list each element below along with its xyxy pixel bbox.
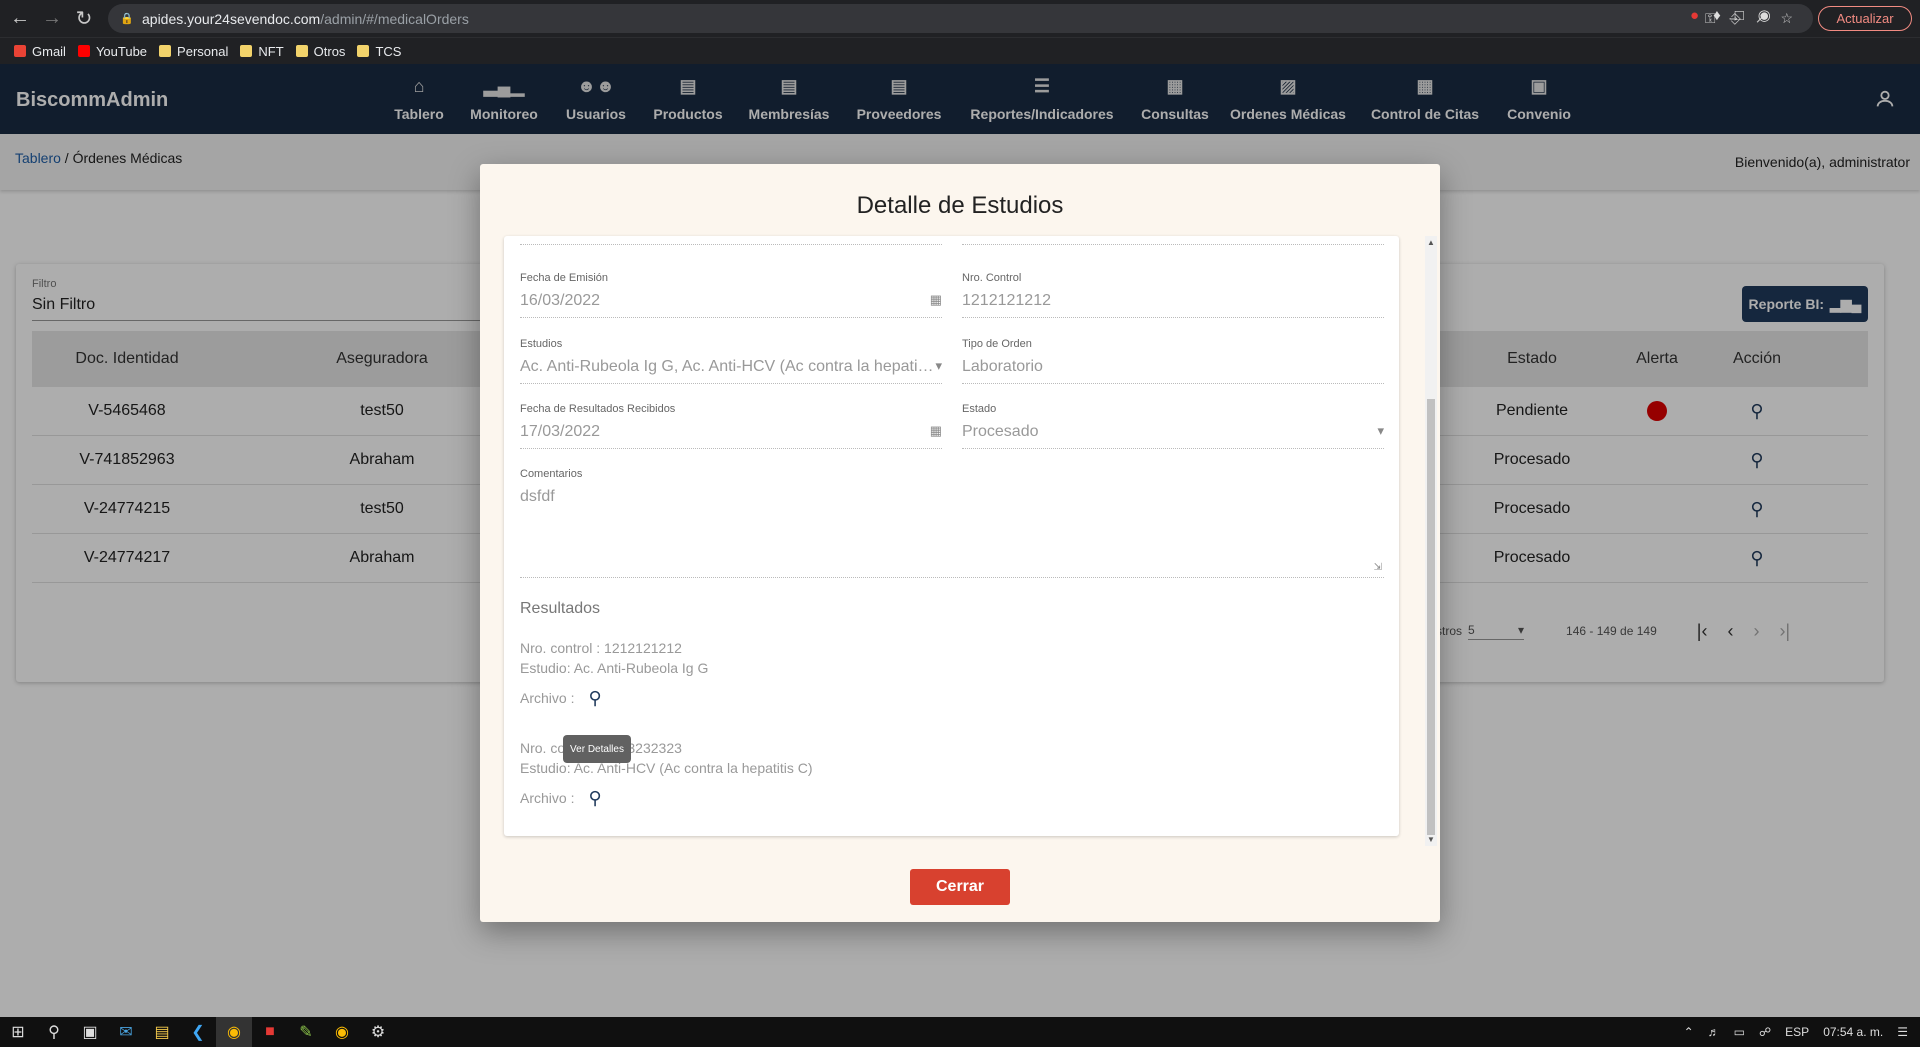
resize-handle-icon[interactable]: ⇲ (1374, 562, 1382, 573)
bookmark-personal[interactable]: Personal (159, 44, 228, 59)
fecha-resultados-field[interactable]: Fecha de Resultados Recibidos 17/03/2022… (520, 403, 942, 449)
calendar-icon[interactable]: ▦ (930, 423, 942, 441)
network-icon[interactable]: ☍ (1759, 1025, 1771, 1039)
address-bar[interactable]: 🔒 apides.your24sevendoc.com/admin/#/medi… (108, 4, 1813, 33)
app-icon[interactable]: ■ (252, 1017, 288, 1047)
comentarios-textarea[interactable]: Comentarios dsfdf ⇲ (520, 468, 1384, 578)
bookmark-tcs[interactable]: TCS (357, 44, 401, 59)
vscode-icon[interactable]: ❮ (180, 1017, 216, 1047)
clock[interactable]: 07:54 a. m. (1823, 1025, 1883, 1039)
puzzle-icon[interactable]: ♦ (1713, 7, 1721, 24)
field-label: Comentarios (520, 468, 583, 480)
result-study: Estudio: Ac. Anti-Rubeola Ig G (520, 660, 709, 676)
dialog-title: Detalle de Estudios (856, 192, 1064, 219)
dialog-content: Fecha de Emisión 16/03/2022 ▦ Nro. Contro… (504, 236, 1399, 836)
youtube-icon (77, 45, 90, 57)
field-value: Laboratorio (962, 358, 1043, 375)
view-details-tooltip: Ver Detalles (563, 735, 631, 763)
browser-toolbar: ← → ↻ 🔒 apides.your24sevendoc.com/admin/… (0, 0, 1920, 37)
field-label: Fecha de Emisión (520, 272, 609, 284)
estudios-field[interactable]: Estudios Ac. Anti-Rubeola Ig G, Ac. Anti… (520, 338, 942, 384)
scroll-down-icon[interactable]: ▼ (1427, 835, 1435, 844)
url-path: /admin/#/medicalOrders (320, 10, 469, 27)
profile-avatar[interactable]: ◉ (1758, 6, 1771, 24)
field-underline (520, 244, 942, 245)
language-indicator[interactable]: ESP (1785, 1025, 1809, 1039)
bookmark-label: Gmail (32, 43, 66, 59)
result-item: Nro. control : 1212121212 Estudio: Ac. A… (520, 638, 708, 708)
tipo-orden-field[interactable]: Tipo de Orden Laboratorio (962, 338, 1384, 384)
notifications-icon[interactable]: ☰ (1897, 1025, 1908, 1039)
folder-icon (240, 45, 253, 57)
bookmarks-bar: Gmail YouTube Personal NFT Otros TCS (0, 37, 1920, 64)
field-value: Procesado (962, 423, 1039, 440)
bookmark-otros[interactable]: Otros (295, 43, 346, 59)
update-button[interactable]: Actualizar (1818, 6, 1912, 31)
dialog-scrollbar[interactable]: ▲ ▼ (1425, 236, 1437, 846)
close-button[interactable]: Cerrar (910, 869, 1010, 905)
windows-start-icon[interactable]: ⊞ (0, 1017, 36, 1047)
archivo-label: Archivo : (520, 690, 575, 706)
forward-icon[interactable]: → (40, 7, 64, 31)
task-view-icon[interactable]: ▣ (72, 1017, 108, 1047)
settings-icon[interactable]: ⚙ (360, 1017, 396, 1047)
url-host: apides.your24sevendoc.com (142, 10, 321, 27)
fecha-emision-field[interactable]: Fecha de Emisión 16/03/2022 ▦ (520, 272, 942, 318)
reload-icon[interactable]: ↻ (72, 7, 96, 31)
chrome-icon[interactable]: ◉ (216, 1017, 252, 1047)
search-icon[interactable]: ⚲ (588, 788, 601, 808)
bookmark-nft[interactable]: NFT (240, 43, 284, 59)
scroll-thumb[interactable] (1427, 399, 1435, 835)
gmail-icon (14, 45, 26, 57)
mail-icon[interactable]: ✉ (108, 1017, 144, 1047)
scroll-up-icon[interactable]: ▲ (1427, 238, 1435, 247)
estado-field[interactable]: Estado Procesado ▾ (962, 403, 1384, 449)
chrome-icon[interactable]: ◉ (324, 1017, 360, 1047)
extension-icon[interactable]: ● (1690, 7, 1699, 24)
field-label: Nro. Control (962, 272, 1022, 284)
field-value: 17/03/2022 (520, 423, 601, 440)
field-label: Tipo de Orden (962, 338, 1032, 350)
chevron-up-icon[interactable]: ⌃ (1684, 1025, 1694, 1039)
chevron-down-icon[interactable]: ▾ (1377, 423, 1384, 441)
bookmark-label: Personal (177, 43, 229, 59)
battery-icon[interactable]: ▭ (1734, 1025, 1745, 1039)
sidepanel-icon[interactable]: □ (1735, 7, 1744, 24)
search-icon[interactable]: ⚲ (588, 688, 601, 708)
file-explorer-icon[interactable]: ▤ (144, 1017, 180, 1047)
chevron-down-icon[interactable]: ▾ (935, 358, 942, 376)
bookmark-label: TCS (375, 43, 402, 59)
volume-icon[interactable]: ♬ (1708, 1025, 1720, 1039)
study-detail-dialog: Detalle de Estudios Fecha de Emisión 16/… (480, 164, 1440, 922)
windows-taskbar: ⊞ ⚲ ▣ ✉ ▤ ❮ ◉ ■ ✎ ◉ ⚙ ⌃ ♬ ▭ ☍ ESP 07:54 … (0, 1017, 1920, 1047)
calendar-icon[interactable]: ▦ (930, 292, 942, 310)
folder-icon (295, 45, 308, 57)
results-heading: Resultados (520, 600, 601, 617)
bookmark-gmail[interactable]: Gmail (14, 44, 66, 59)
field-value: dsfdf (520, 488, 555, 505)
field-value: 16/03/2022 (520, 292, 601, 309)
bookmark-label: NFT (258, 43, 284, 59)
result-control: Nro. control : 1212121212 (520, 640, 682, 656)
lock-icon: 🔒 (120, 12, 134, 25)
field-value: Ac. Anti-Rubeola Ig G, Ac. Anti-HCV (Ac … (520, 358, 936, 375)
notepad-icon[interactable]: ✎ (288, 1017, 324, 1047)
field-label: Estado (962, 403, 997, 415)
nro-control-field[interactable]: Nro. Control 1212121212 (962, 272, 1384, 318)
field-label: Fecha de Resultados Recibidos (520, 403, 676, 415)
star-icon[interactable]: ☆ (1780, 10, 1793, 27)
folder-icon (357, 45, 370, 57)
field-underline (962, 244, 1384, 245)
bookmark-youtube[interactable]: YouTube (77, 43, 148, 59)
field-label: Estudios (520, 338, 563, 350)
bookmark-label: YouTube (95, 43, 148, 59)
folder-icon (159, 45, 172, 57)
back-icon[interactable]: ← (8, 7, 32, 31)
field-value: 1212121212 (962, 292, 1051, 309)
bookmark-label: Otros (313, 43, 346, 59)
search-icon[interactable]: ⚲ (36, 1017, 72, 1047)
archivo-label: Archivo : (520, 790, 575, 806)
